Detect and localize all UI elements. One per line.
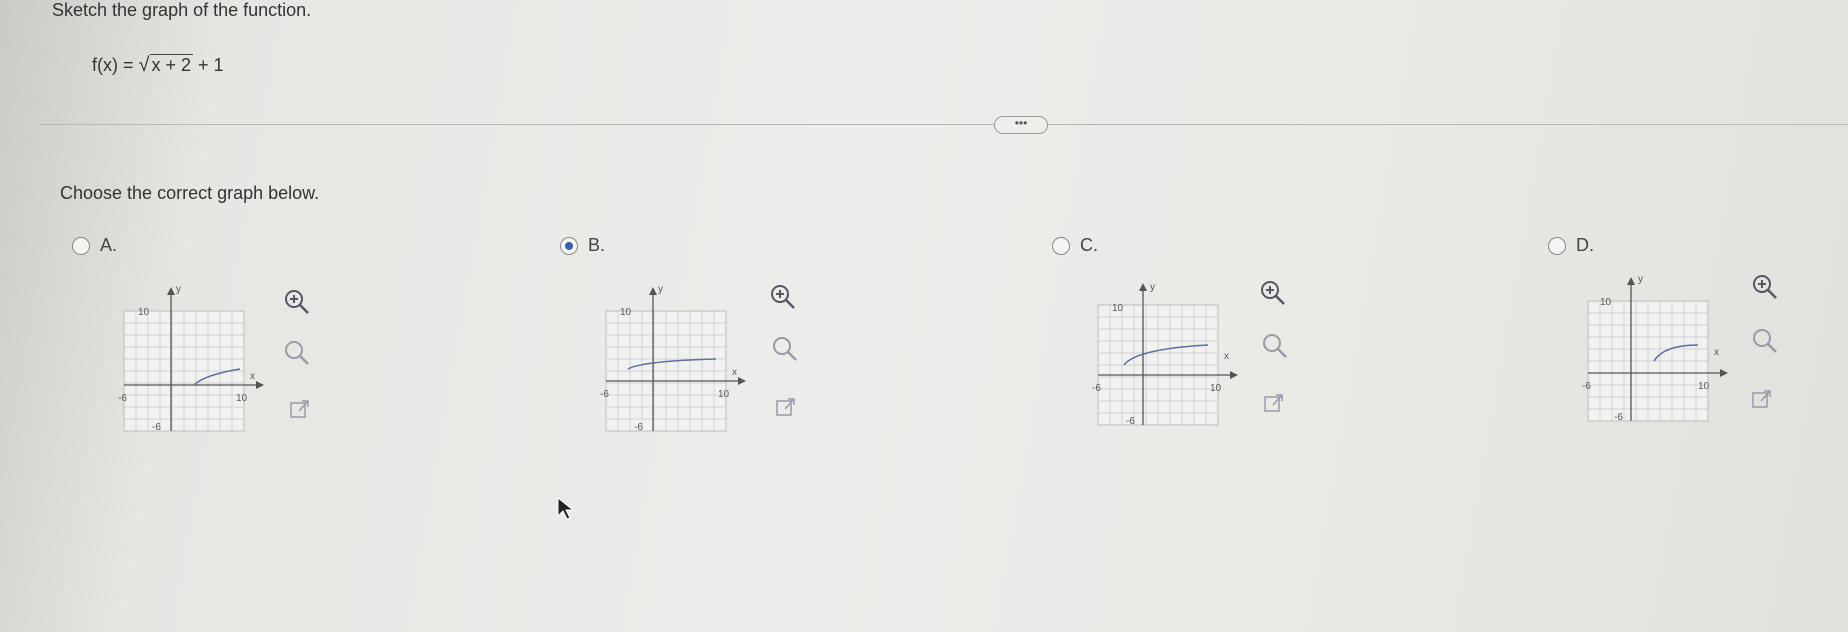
- y-max-label: 10: [1112, 303, 1124, 314]
- x-max-label: 10: [236, 393, 248, 404]
- formula-suffix: + 1: [193, 55, 224, 75]
- y-min-label: -6: [634, 422, 643, 433]
- graph-option-c[interactable]: y x 10 -6 10 -6: [1090, 283, 1250, 453]
- y-min-label: -6: [152, 422, 161, 433]
- x-max-label: 10: [1210, 383, 1222, 394]
- radio-selected-dot: [565, 241, 573, 250]
- x-min-label: -6: [118, 393, 127, 404]
- y-axis-label: y: [1150, 283, 1155, 293]
- radio-option-c[interactable]: [1052, 236, 1070, 255]
- graph-option-d[interactable]: y x 10 -6 10 -6: [1580, 273, 1740, 443]
- x-min-label: -6: [600, 389, 609, 400]
- y-axis-label: y: [658, 284, 663, 295]
- more-button[interactable]: •••: [994, 116, 1048, 134]
- y-max-label: 10: [620, 307, 632, 318]
- option-d-label: D.: [1576, 235, 1594, 255]
- option-b[interactable]: B.: [560, 235, 605, 256]
- zoom-in-icon[interactable]: [282, 287, 312, 317]
- zoom-in-icon[interactable]: [1258, 278, 1288, 308]
- y-max-label: 10: [1600, 297, 1612, 308]
- y-min-label: -6: [1126, 416, 1135, 427]
- popout-icon[interactable]: [1262, 392, 1286, 416]
- radio-option-a[interactable]: [72, 236, 90, 255]
- radio-option-d[interactable]: [1548, 236, 1566, 255]
- answer-prompt: Choose the correct graph below.: [60, 183, 320, 203]
- zoom-out-icon[interactable]: [770, 334, 800, 364]
- radical-sign-icon: √: [138, 54, 150, 76]
- zoom-in-icon[interactable]: [1750, 272, 1780, 302]
- y-max-label: 10: [138, 307, 150, 318]
- x-axis-label: x: [250, 371, 255, 382]
- x-max-label: 10: [1698, 381, 1710, 392]
- x-axis-label: x: [1714, 347, 1719, 358]
- x-min-label: -6: [1092, 383, 1101, 394]
- mouse-cursor-icon: [557, 496, 575, 520]
- zoom-out-icon[interactable]: [1750, 326, 1780, 356]
- option-c[interactable]: C.: [1052, 235, 1098, 256]
- section-divider: [40, 124, 1848, 125]
- square-root: √ x + 2: [139, 54, 194, 77]
- graph-option-b[interactable]: y x 10 -6 10 -6: [598, 283, 758, 453]
- x-axis-label: x: [1224, 351, 1229, 362]
- popout-icon[interactable]: [774, 396, 798, 420]
- zoom-in-icon[interactable]: [768, 282, 798, 312]
- option-b-label: B.: [588, 235, 606, 255]
- y-axis-label: y: [1638, 274, 1643, 285]
- x-min-label: -6: [1582, 381, 1591, 392]
- function-formula: f(x) = √ x + 2 + 1: [92, 54, 224, 77]
- x-max-label: 10: [718, 389, 730, 400]
- popout-icon[interactable]: [1750, 388, 1774, 412]
- y-axis-label: y: [176, 284, 181, 295]
- formula-radicand: x + 2: [149, 54, 194, 75]
- option-d[interactable]: D.: [1548, 235, 1594, 256]
- option-c-label: C.: [1080, 235, 1098, 255]
- option-a[interactable]: A.: [72, 235, 117, 256]
- option-a-label: A.: [100, 235, 118, 255]
- graph-option-a[interactable]: y x 10 -6 10 -6: [116, 283, 276, 453]
- instruction-text: Sketch the graph of the function.: [52, 0, 312, 20]
- zoom-out-icon[interactable]: [1260, 331, 1290, 361]
- x-axis-label: x: [732, 367, 737, 378]
- radio-option-b[interactable]: [560, 236, 578, 255]
- y-min-label: -6: [1614, 412, 1623, 423]
- popout-icon[interactable]: [288, 398, 312, 422]
- zoom-out-icon[interactable]: [282, 338, 312, 368]
- formula-prefix: f(x) =: [92, 55, 139, 75]
